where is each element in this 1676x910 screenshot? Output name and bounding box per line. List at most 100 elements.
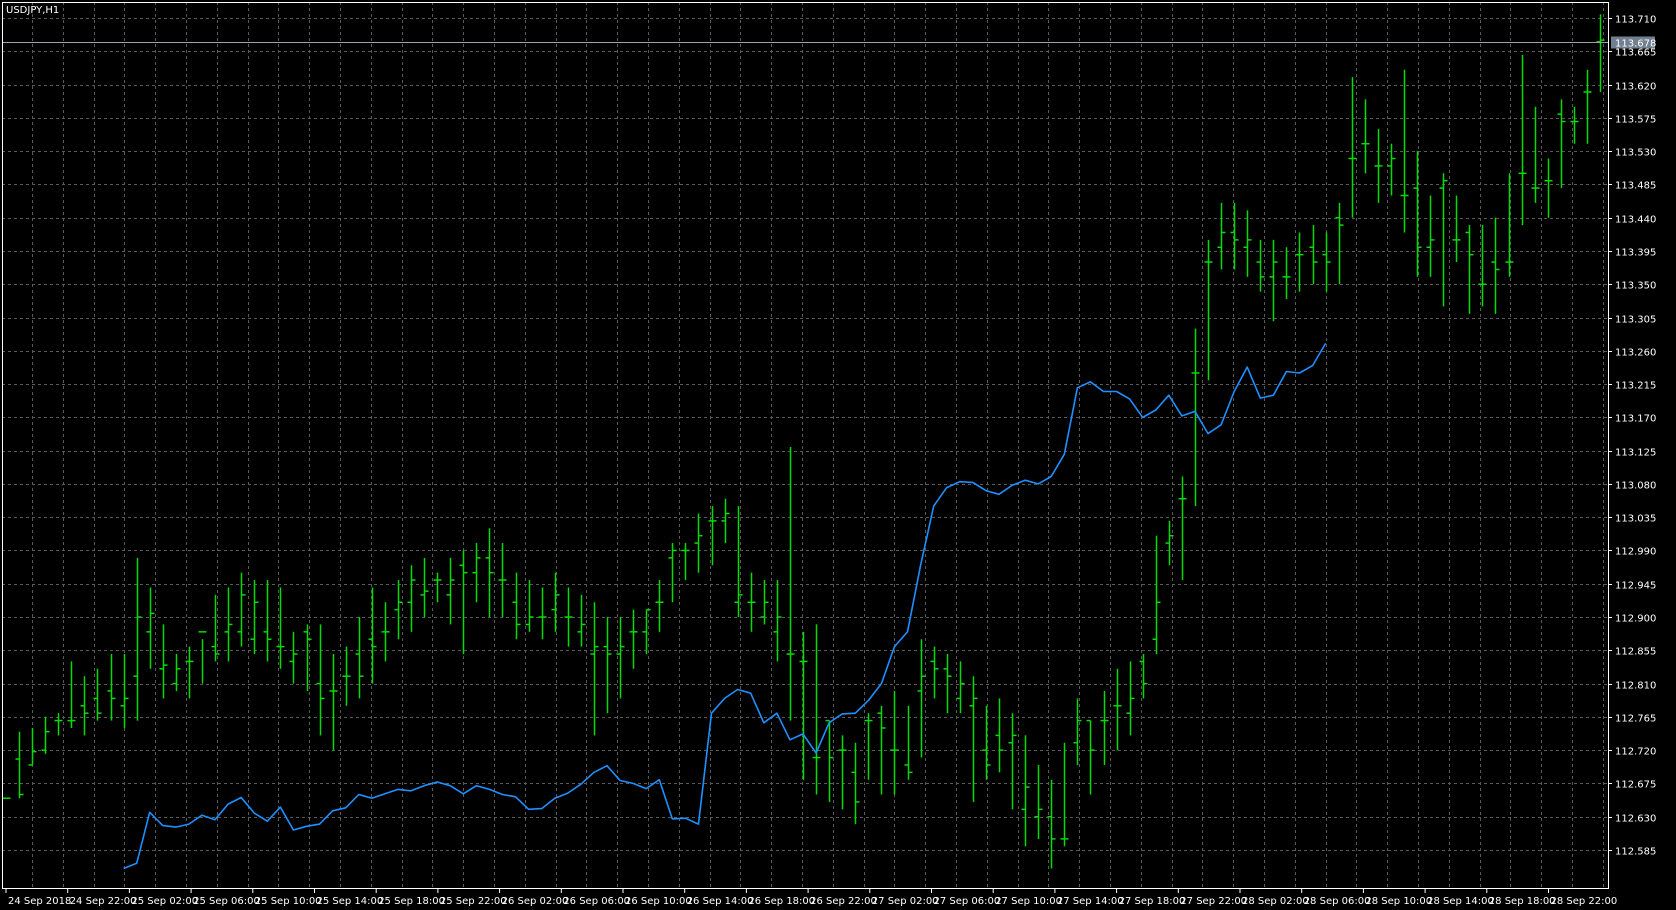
ohlc-bar: [185, 646, 194, 699]
ohlc-bar: [1322, 232, 1331, 292]
x-tick-label: 26 Sep 14:00: [687, 896, 754, 907]
x-tick-label: 27 Sep 22:00: [1180, 896, 1247, 907]
ohlc-bar: [1583, 69, 1592, 144]
x-tick-label: 28 Sep 02:00: [1242, 896, 1309, 907]
ohlc-bar: [1060, 742, 1069, 847]
ohlc-bar: [1269, 239, 1278, 322]
y-tick-label: 112.630: [1615, 814, 1656, 825]
ohlc-bar: [1557, 99, 1566, 189]
current-price-tag: 113.678: [1611, 36, 1656, 50]
ohlc-bar: [551, 572, 560, 632]
ohlc-bar: [1374, 128, 1383, 203]
ohlc-bar: [799, 631, 808, 780]
ohlc-bar: [668, 543, 677, 603]
ohlc-bar: [694, 513, 703, 573]
ohlc-bar: [1230, 202, 1239, 270]
ohlc-bar: [603, 617, 612, 714]
ohlc-bar: [381, 602, 390, 662]
ohlc-bar: [943, 654, 952, 714]
ohlc-bar: [159, 624, 168, 699]
ohlc-bar: [407, 565, 416, 632]
ohlc-bar: [1544, 158, 1553, 218]
ohlc-bar: [512, 572, 521, 640]
ohlc-bar: [1034, 764, 1043, 839]
axis-layer: 113.710113.665113.620113.575113.530113.4…: [5, 15, 1656, 907]
ohlc-bar: [316, 624, 325, 736]
ohlc-bar: [1086, 719, 1095, 795]
ohlc-bar: [172, 654, 181, 691]
ohlc-bar: [1100, 690, 1109, 765]
ohlc-bar: [446, 557, 455, 625]
x-tick-label: 26 Sep 10:00: [625, 896, 692, 907]
ohlc-bar: [590, 602, 599, 736]
ohlc-bar: [721, 498, 730, 544]
ohlc-bar: [1491, 217, 1500, 314]
ohlc-bar: [982, 705, 991, 780]
bars-layer: [2, 14, 1605, 869]
ohlc-bar: [786, 446, 795, 721]
x-tick-label: 27 Sep 02:00: [872, 896, 939, 907]
ohlc-bar: [1518, 54, 1527, 226]
y-tick-label: 113.530: [1615, 148, 1656, 159]
ohlc-bar: [642, 608, 651, 655]
ohlc-bar: [1152, 535, 1161, 655]
ohlc-bar: [1113, 668, 1122, 751]
ohlc-bar: [1008, 713, 1017, 810]
x-tick-label: 28 Sep 22:00: [1551, 896, 1618, 907]
x-tick-label: 28 Sep 06:00: [1304, 896, 1371, 907]
y-tick-label: 113.395: [1615, 248, 1656, 259]
y-tick-label: 113.710: [1615, 15, 1656, 26]
ohlc-bar: [930, 646, 939, 699]
ohlc-bar: [1073, 698, 1082, 765]
y-tick-label: 112.990: [1615, 547, 1656, 558]
ohlc-bar: [1178, 476, 1187, 581]
ohlc-bar: [459, 550, 468, 655]
ohlc-bar: [355, 617, 364, 699]
y-tick-label: 112.765: [1615, 714, 1656, 725]
x-tick-label: 24 Sep 22:00: [70, 896, 137, 907]
ohlc-bar: [485, 528, 494, 618]
y-tick-label: 113.035: [1615, 514, 1656, 525]
ohlc-bar: [250, 580, 259, 655]
ohlc-bar: [289, 631, 298, 684]
y-tick-label: 112.945: [1615, 581, 1656, 592]
ohlc-bar: [107, 654, 116, 721]
x-tick-label: 27 Sep 18:00: [1119, 896, 1186, 907]
ohlc-bar: [146, 587, 155, 669]
ohlc-bar: [120, 654, 129, 728]
y-tick-label: 112.810: [1615, 681, 1656, 692]
moving-average-layer: [123, 342, 1327, 870]
ohlc-bar: [1309, 225, 1318, 285]
ohlc-bar: [198, 631, 207, 684]
ohlc-bar: [1021, 735, 1030, 847]
ohlc-bar: [564, 587, 573, 647]
ohlc-bar: [276, 587, 285, 669]
x-tick-label: 25 Sep 18:00: [378, 896, 445, 907]
x-tick-label: 24 Sep 2018: [8, 896, 71, 907]
ohlc-bar: [760, 580, 769, 625]
y-tick-label: 113.215: [1615, 381, 1656, 392]
ohlc-bar: [420, 557, 429, 618]
y-tick-label: 113.575: [1615, 115, 1656, 126]
y-tick-label: 112.855: [1615, 647, 1656, 658]
y-tick-label: 113.080: [1615, 481, 1656, 492]
ohlc-bar: [956, 661, 965, 714]
ohlc-bar: [1256, 239, 1265, 292]
ohlc-bar: [1452, 195, 1461, 263]
ohlc-bar: [472, 543, 481, 603]
x-tick-label: 26 Sep 02:00: [502, 896, 569, 907]
ohlc-bar: [864, 713, 873, 780]
ohlc-bar: [1465, 225, 1474, 314]
ohlc-chart[interactable]: 113.710113.665113.620113.575113.530113.4…: [0, 0, 1676, 910]
ohlc-bar: [1126, 661, 1135, 736]
ohlc-bar: [1413, 151, 1422, 277]
chart-root: 113.710 113.665 113.620 113.575 113.530 113.4…: [0, 0, 1676, 910]
y-tick-label: 113.440: [1615, 215, 1656, 226]
ohlc-bar: [15, 731, 24, 799]
ohlc-bar: [433, 572, 442, 603]
ohlc-bar: [904, 705, 913, 780]
ohlc-bar: [54, 713, 63, 736]
chart-title: USDJPY,H1: [6, 5, 59, 16]
y-tick-label: 113.125: [1615, 448, 1656, 459]
x-tick-label: 25 Sep 06:00: [193, 896, 260, 907]
